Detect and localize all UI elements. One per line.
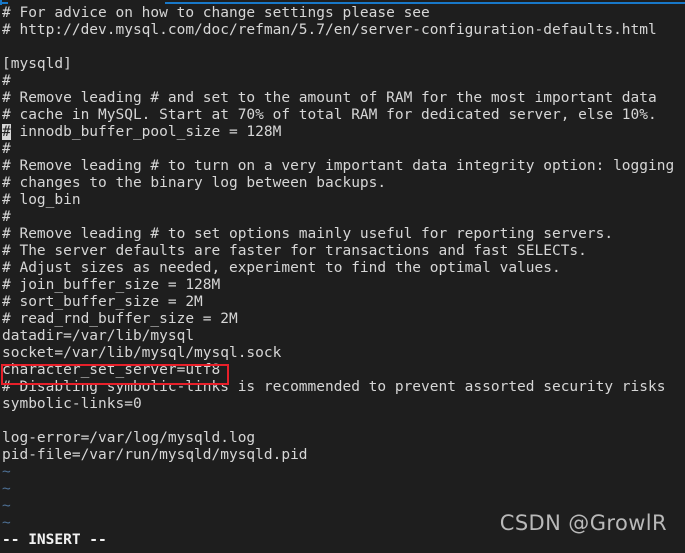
vim-block-cursor: # [2, 124, 11, 140]
terminal-window: # For advice on how to change settings p… [0, 0, 685, 553]
window-border-left-segment [0, 2, 8, 4]
editor-empty-marker-1[interactable]: ~ [0, 481, 685, 498]
editor-empty-marker-0[interactable]: ~ [0, 464, 685, 481]
vim-text-area[interactable]: # For advice on how to change settings p… [0, 5, 685, 553]
editor-line-20[interactable]: socket=/var/lib/mysql/mysql.sock [0, 345, 685, 362]
editor-line-4[interactable]: # [0, 73, 685, 90]
editor-line-1[interactable]: # http://dev.mysql.com/doc/refman/5.7/en… [0, 22, 685, 39]
editor-line-5[interactable]: # Remove leading # and set to the amount… [0, 90, 685, 107]
editor-line-2[interactable] [0, 39, 685, 56]
editor-line-0[interactable]: # For advice on how to change settings p… [0, 5, 685, 22]
editor-line-15[interactable]: # Adjust sizes as needed, experiment to … [0, 260, 685, 277]
editor-line-18[interactable]: # read_rnd_buffer_size = 2M [0, 311, 685, 328]
editor-line-11[interactable]: # log_bin [0, 192, 685, 209]
window-border-top-segment [165, 2, 685, 4]
editor-line-6[interactable]: # cache in MySQL. Start at 70% of total … [0, 107, 685, 124]
editor-line-24[interactable] [0, 413, 685, 430]
editor-line-19[interactable]: datadir=/var/lib/mysql [0, 328, 685, 345]
editor-line-23[interactable]: symbolic-links=0 [0, 396, 685, 413]
editor-line-3[interactable]: [mysqld] [0, 56, 685, 73]
editor-line-9[interactable]: # Remove leading # to turn on a very imp… [0, 158, 685, 175]
editor-line-21[interactable]: character_set_server=utf8 [0, 362, 685, 379]
editor-line-8[interactable]: # [0, 141, 685, 158]
editor-line-17[interactable]: # sort_buffer_size = 2M [0, 294, 685, 311]
csdn-watermark: CSDN @GrowlR [499, 511, 667, 535]
editor-line-10[interactable]: # changes to the binary log between back… [0, 175, 685, 192]
editor-line-22[interactable]: # Disabling symbolic-links is recommende… [0, 379, 685, 396]
editor-line-13[interactable]: # Remove leading # to set options mainly… [0, 226, 685, 243]
editor-line-12[interactable]: # [0, 209, 685, 226]
editor-line-25[interactable]: log-error=/var/log/mysqld.log [0, 430, 685, 447]
editor-line-14[interactable]: # The server defaults are faster for tra… [0, 243, 685, 260]
editor-line-7[interactable]: # innodb_buffer_pool_size = 128M [0, 124, 685, 141]
editor-line-16[interactable]: # join_buffer_size = 128M [0, 277, 685, 294]
editor-line-26[interactable]: pid-file=/var/run/mysqld/mysqld.pid [0, 447, 685, 464]
